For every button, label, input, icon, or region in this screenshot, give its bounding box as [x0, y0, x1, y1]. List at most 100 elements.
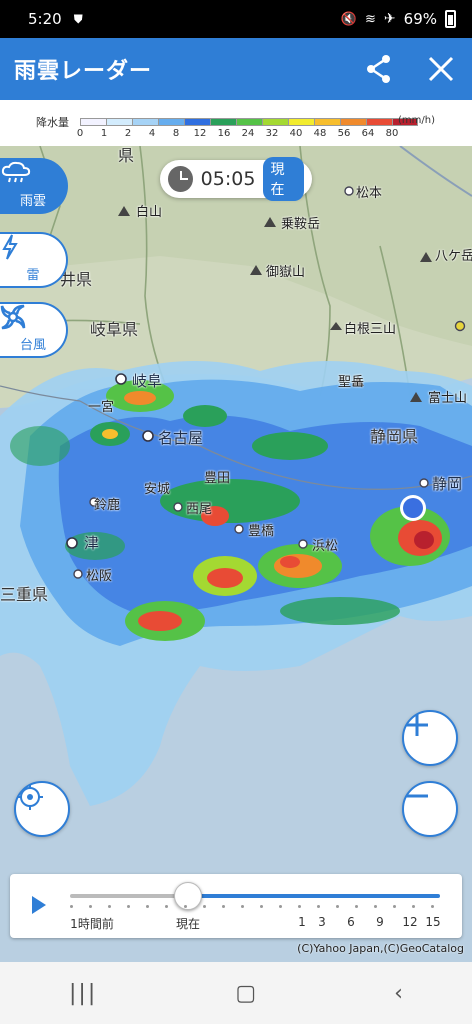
- label-toyohashi: 豊橋: [248, 524, 275, 539]
- timeline-tick-dot: [184, 905, 187, 908]
- zoom-out-button[interactable]: [402, 781, 458, 837]
- legend-swatch: [262, 118, 288, 126]
- timeline-tick-dot: [336, 905, 339, 908]
- mute-icon: 🔇: [340, 11, 358, 27]
- map-credit: (C)Yahoo Japan,(C)GeoCatalog: [297, 942, 464, 955]
- system-nav-bar: ||| ▢ ‹: [0, 962, 472, 1024]
- label-nishio: 西尾: [186, 502, 213, 517]
- timeline-hour-label: 1: [298, 915, 306, 929]
- timeline-tick-dot: [317, 905, 320, 908]
- timeline-tick-dot: [146, 905, 149, 908]
- typhoon-label: 台風: [19, 337, 46, 353]
- legend-tick: 32: [265, 128, 279, 139]
- legend-swatch: [106, 118, 132, 126]
- plus-icon: [406, 714, 428, 736]
- app-bar: 雨雲レーダー: [0, 38, 472, 100]
- legend-unit: (mm/h): [398, 115, 435, 126]
- current-location-button[interactable]: [14, 781, 70, 837]
- rain-cloud-label: 雨雲: [19, 193, 46, 209]
- legend-tick: 56: [337, 128, 351, 139]
- legend-tick: 4: [148, 128, 156, 139]
- legend-tick: 80: [385, 128, 399, 139]
- legend-swatch: [184, 118, 210, 126]
- label-gifu: 岐阜: [132, 372, 163, 390]
- label-tsu: 津: [84, 534, 100, 552]
- label-matsusaka: 松阪: [86, 569, 113, 584]
- label-ontake: 御嶽山: [266, 265, 306, 280]
- legend-swatch: [288, 118, 314, 126]
- timeline-tick-dot: [89, 905, 92, 908]
- legend-label: 降水量: [36, 116, 69, 129]
- share-button[interactable]: [362, 52, 396, 86]
- battery-icon: [445, 10, 456, 28]
- label-shirane: 白根三山: [344, 322, 397, 337]
- now-badge: 現在: [263, 157, 304, 201]
- label-anjo: 安城: [144, 482, 171, 497]
- shield-icon: ⛊: [73, 11, 83, 26]
- label-shizuoka-ken: 静岡県: [370, 427, 419, 446]
- timeline-tick-dot: [260, 905, 263, 908]
- minus-icon: [406, 794, 428, 798]
- timeline-hour-label: 12: [402, 915, 418, 929]
- legend-ticks: 0 1 2 4 8 12 16 24 32 40 48 56 64 80: [77, 128, 399, 142]
- label-gifu-ken: 岐阜県: [90, 320, 139, 339]
- thunder-button[interactable]: 雷: [0, 232, 68, 288]
- clock-icon: [168, 166, 193, 192]
- label-hamamatsu: 浜松: [312, 539, 339, 554]
- label-suzuka: 鈴鹿: [94, 498, 121, 513]
- timeline-tick-dot: [279, 905, 282, 908]
- label-hakusan: 白山: [136, 205, 163, 220]
- radar-map[interactable]: 県 白山 松本 乗鞍岳 八ケ岳 御嶽山 井県 岐阜県 白根三山 聖岳 富士山 岐…: [0, 146, 472, 962]
- label-shizuoka: 静岡: [432, 475, 463, 493]
- legend-tick: 40: [289, 128, 303, 139]
- legend-swatch: [210, 118, 236, 126]
- wifi-icon: ≋: [365, 11, 376, 27]
- page-title: 雨雲レーダー: [14, 59, 153, 84]
- timeline-tick-dot: [127, 905, 130, 908]
- legend-tick: 24: [241, 128, 255, 139]
- label-mie-ken: 三重県: [0, 585, 49, 604]
- radar-time: 05:05: [200, 168, 256, 190]
- back-icon[interactable]: ‹: [394, 981, 403, 1006]
- legend-tick: 1: [100, 128, 108, 139]
- timeline-tick-dot: [222, 905, 225, 908]
- radar-time-chip[interactable]: 05:05 現在: [160, 157, 312, 201]
- timeline-slider-thumb[interactable]: [174, 882, 202, 910]
- zoom-in-button[interactable]: [402, 710, 458, 766]
- label-matsumoto: 松本: [356, 186, 383, 201]
- play-button[interactable]: [32, 896, 46, 914]
- timeline-hour-label: 9: [376, 915, 384, 929]
- precipitation-legend: 降水量 0 1 2 4 8 12 16 24 32 40 48 56 64 80 (mm/h): [0, 100, 472, 146]
- timeline-tick-dot: [412, 905, 415, 908]
- rain-cloud-button[interactable]: 雨雲: [0, 158, 68, 214]
- label-seidake: 聖岳: [338, 375, 365, 390]
- timeline-tick-dot: [298, 905, 301, 908]
- crosshair-icon: [17, 784, 43, 810]
- legend-swatch: [366, 118, 392, 126]
- label-ichinomiya: 一宮: [88, 400, 115, 415]
- legend-swatch: [132, 118, 158, 126]
- close-button[interactable]: [424, 52, 458, 86]
- home-icon[interactable]: ▢: [235, 981, 256, 1006]
- status-time: 5:20: [28, 10, 62, 28]
- legend-color-bar: [80, 118, 418, 126]
- timeline-hour-label: 6: [347, 915, 355, 929]
- label-toyota: 豊田: [204, 471, 231, 486]
- legend-tick: 48: [313, 128, 327, 139]
- label-norikura: 乗鞍岳: [281, 217, 321, 232]
- legend-tick: 64: [361, 128, 375, 139]
- timeline-tick-dot: [355, 905, 358, 908]
- typhoon-button[interactable]: 台風: [0, 302, 68, 358]
- legend-swatch: [236, 118, 262, 126]
- timeline-tick-dot: [241, 905, 244, 908]
- timeline-future-track[interactable]: [188, 894, 440, 898]
- label-ken-top: 県: [118, 146, 135, 165]
- status-icons: 🔇 ≋ ✈ 69%: [341, 10, 456, 28]
- timeline-hour-label: 15: [425, 915, 441, 929]
- thunder-label: 雷: [26, 267, 40, 283]
- timeline-tick-dot: [70, 905, 73, 908]
- timeline-past-track[interactable]: [70, 894, 188, 898]
- legend-swatch: [340, 118, 366, 126]
- legend-tick: 8: [172, 128, 180, 139]
- recent-apps-icon[interactable]: |||: [69, 981, 97, 1006]
